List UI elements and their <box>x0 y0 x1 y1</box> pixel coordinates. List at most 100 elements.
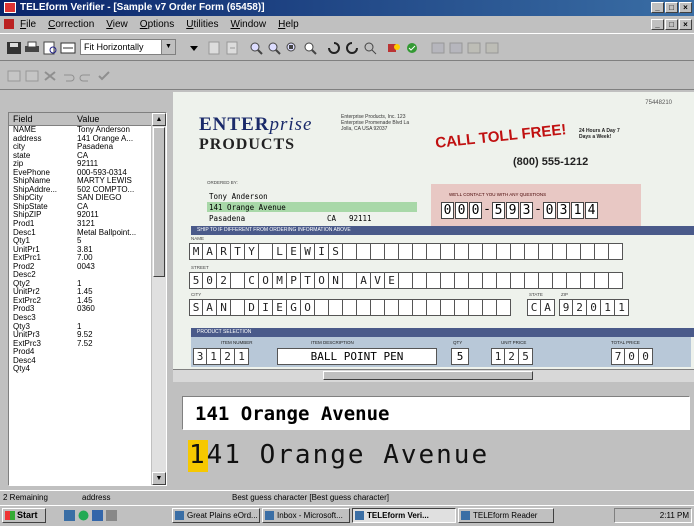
field-row[interactable]: UnitPr2 1.45 <box>9 288 152 297</box>
scroll-down-button[interactable]: ▼ <box>152 472 166 485</box>
toll-free-hours: 24 Hours A Day 7 Days a Week! <box>579 128 620 140</box>
doc-restore-button[interactable]: □ <box>665 19 678 30</box>
batch-icon[interactable] <box>466 41 482 55</box>
doc-close-button[interactable]: × <box>679 19 692 30</box>
product-row: ITEM NUMBER ITEM DESCRIPTION QTY UNIT PR… <box>191 337 691 367</box>
close-button[interactable]: × <box>679 2 692 13</box>
field-row[interactable]: state CA <box>9 152 152 161</box>
minimize-button[interactable]: _ <box>651 2 664 13</box>
menu-utilities[interactable]: Utilities <box>186 19 218 30</box>
field-row[interactable]: Desc1 Metal Ballpoint... <box>9 229 152 238</box>
field-row[interactable]: Prod3 0360 <box>9 305 152 314</box>
menu-window[interactable]: Window <box>231 19 267 30</box>
field-value: Metal Ballpoint... <box>77 228 137 237</box>
report-icon[interactable] <box>484 41 500 55</box>
form-horizontal-scrollbar[interactable] <box>173 369 694 382</box>
menu-options[interactable]: Options <box>140 19 174 30</box>
field-row[interactable]: Qty4 <box>9 365 152 374</box>
char-box: 0 <box>625 348 639 365</box>
task-teleform-reader[interactable]: TELEform Reader <box>458 508 554 523</box>
find-icon[interactable] <box>362 41 378 55</box>
zoom-actual-icon[interactable] <box>302 41 318 55</box>
fit-icon[interactable] <box>60 41 76 55</box>
save-icon[interactable] <box>6 41 22 55</box>
field-list-scrollbar[interactable]: ▲ ▼ <box>151 113 166 485</box>
field-value: CA <box>77 151 89 160</box>
field-row[interactable]: Prod4 <box>9 348 152 357</box>
ship-state-grid: CA <box>527 299 555 316</box>
field-row[interactable]: ExtPrc3 7.52 <box>9 340 152 349</box>
desktop-icon[interactable] <box>64 510 75 521</box>
field-row[interactable]: Prod1 3121 <box>9 220 152 229</box>
field-row[interactable]: city Pasadena <box>9 143 152 152</box>
print-icon[interactable] <box>24 41 40 55</box>
tools-icon[interactable] <box>386 41 402 55</box>
field-row[interactable]: ShipName MARTY LEWIS <box>9 177 152 186</box>
field-row[interactable]: NAME Tony Anderson <box>9 126 152 135</box>
page-next-icon[interactable] <box>224 41 240 55</box>
field-row[interactable]: Prod2 0043 <box>9 263 152 272</box>
task-inbox[interactable]: Inbox - Microsoft... <box>262 508 350 523</box>
field-row[interactable]: Qty2 1 <box>9 280 152 289</box>
task-great-plains[interactable]: Great Plains eOrd... <box>172 508 260 523</box>
field-row[interactable]: zip 92111 <box>9 160 152 169</box>
scroll-up-button[interactable]: ▲ <box>152 113 166 126</box>
field-row[interactable]: Desc3 <box>9 314 152 323</box>
undo-icon[interactable] <box>60 69 76 83</box>
maximize-button[interactable]: □ <box>665 2 678 13</box>
menu-view[interactable]: View <box>106 19 128 30</box>
field-row[interactable]: ShipAddre... 502 COMPTO... <box>9 186 152 195</box>
menu-correction[interactable]: Correction <box>48 19 94 30</box>
field-row[interactable]: Qty3 1 <box>9 323 152 332</box>
next-field-icon[interactable] <box>24 69 40 83</box>
field-row[interactable]: EvePhone 000-593-0314 <box>9 169 152 178</box>
rotate-back-icon[interactable] <box>344 41 360 55</box>
previous-field-icon[interactable] <box>6 69 22 83</box>
char-box: V <box>371 272 385 289</box>
redo-icon[interactable] <box>78 69 94 83</box>
channel-icon[interactable] <box>106 510 117 521</box>
zoom-in-icon[interactable] <box>248 41 264 55</box>
outlook-icon[interactable] <box>92 510 103 521</box>
export-icon[interactable] <box>430 41 446 55</box>
task-teleform-verifier[interactable]: TELEform Veri... <box>352 508 456 523</box>
form-scroll-thumb[interactable] <box>323 371 533 380</box>
field-name: NAME <box>13 126 37 134</box>
ship-city-label: CITY <box>191 292 202 297</box>
zoom-area-icon[interactable] <box>284 41 300 55</box>
rotate-icon[interactable] <box>326 41 342 55</box>
doc-minimize-button[interactable]: _ <box>651 19 664 30</box>
start-button[interactable]: Start <box>2 508 46 523</box>
field-row[interactable]: Qty1 5 <box>9 237 152 246</box>
windows-flag-icon <box>5 511 15 520</box>
form-image-viewer[interactable]: 75448210 ENTERprise PRODUCTS Enterprise … <box>173 92 694 382</box>
zoom-fit-select[interactable]: Fit Horizontally ▼ <box>80 39 176 55</box>
browser-icon[interactable] <box>78 510 89 521</box>
scroll-thumb[interactable] <box>153 127 165 277</box>
accept-icon[interactable] <box>96 69 112 83</box>
field-row[interactable]: Desc2 <box>9 271 152 280</box>
zoom-out-icon[interactable] <box>266 41 282 55</box>
value-column-header[interactable]: Value <box>77 114 99 124</box>
field-row[interactable]: address 141 Orange A... <box>9 135 152 144</box>
field-row[interactable]: UnitPr3 9.52 <box>9 331 152 340</box>
document-icon[interactable] <box>4 19 14 29</box>
field-row[interactable]: ExtPrc1 7.00 <box>9 254 152 263</box>
field-row[interactable]: Desc4 <box>9 357 152 366</box>
field-row[interactable]: ShipState CA <box>9 203 152 212</box>
field-row[interactable]: ShipCity SAN DIEGO <box>9 194 152 203</box>
typed-value-pane[interactable]: 141 Orange Avenue <box>182 396 690 430</box>
field-row[interactable]: ShipZIP 92011 <box>9 211 152 220</box>
sold-to-zip: 92111 <box>349 214 372 223</box>
zoom-dropdown-icon[interactable] <box>186 41 202 55</box>
field-column-header[interactable]: Field <box>13 114 33 124</box>
delete-icon[interactable] <box>42 69 58 83</box>
import-icon[interactable] <box>448 41 464 55</box>
print-preview-icon[interactable] <box>42 41 58 55</box>
field-row[interactable]: UnitPr1 3.81 <box>9 246 152 255</box>
verify-icon[interactable] <box>404 41 420 55</box>
page-icon[interactable] <box>206 41 222 55</box>
menu-help[interactable]: Help <box>278 19 299 30</box>
menu-file[interactable]: File <box>20 19 36 30</box>
field-row[interactable]: ExtPrc2 1.45 <box>9 297 152 306</box>
